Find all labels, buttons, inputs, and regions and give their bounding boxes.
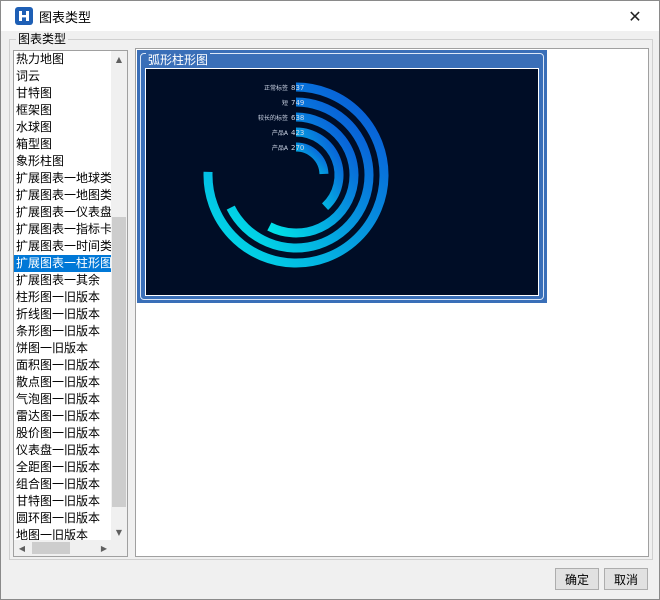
list-item[interactable]: 地图一旧版本: [14, 527, 112, 541]
list-item[interactable]: 折线图一旧版本: [14, 306, 112, 323]
list-horizontal-scrollbar[interactable]: ◀ ▶: [14, 540, 112, 556]
list-item[interactable]: 气泡图一旧版本: [14, 391, 112, 408]
chart-card-radial-bar[interactable]: 正常标签 837 短 749 较长的标签 638 产品A 423 产品A 270 弧形柱形图: [137, 50, 547, 303]
list-item[interactable]: 仪表盘一旧版本: [14, 442, 112, 459]
scroll-down-icon[interactable]: ▼: [111, 524, 127, 541]
title-bar: 图表类型 ✕: [1, 1, 659, 31]
list-item[interactable]: 热力地图: [14, 51, 112, 68]
arc-category-label: 较长的标签: [258, 114, 288, 122]
list-item[interactable]: 甘特图一旧版本: [14, 493, 112, 510]
list-item[interactable]: 扩展图表一地图类: [14, 187, 112, 204]
list-item[interactable]: 面积图一旧版本: [14, 357, 112, 374]
list-item[interactable]: 箱型图: [14, 136, 112, 153]
arc-value-label: 749: [291, 99, 304, 107]
group-label: 图表类型: [16, 32, 69, 46]
ok-button[interactable]: 确定: [555, 568, 599, 590]
chart-card-title: 弧形柱形图: [146, 53, 211, 67]
list-item[interactable]: 水球图: [14, 119, 112, 136]
arc-category-label: 短: [282, 99, 288, 107]
list-item[interactable]: 柱形图一旧版本: [14, 289, 112, 306]
list-item[interactable]: 扩展图表一时间类: [14, 238, 112, 255]
list-item[interactable]: 全距图一旧版本: [14, 459, 112, 476]
arc-value-label: 638: [291, 114, 304, 122]
close-icon: ✕: [628, 6, 642, 26]
arc-bar-1: [226, 97, 374, 253]
scroll-right-icon[interactable]: ▶: [96, 540, 112, 556]
chart-card-frame: 正常标签 837 短 749 较长的标签 638 产品A 423 产品A 270 弧形柱形图: [140, 53, 544, 300]
arc-value-label: 423: [291, 129, 304, 137]
app-logo-icon: [15, 7, 33, 25]
arc-value-label: 837: [291, 84, 304, 92]
list-item[interactable]: 股价图一旧版本: [14, 425, 112, 442]
arc-category-label: 产品A: [272, 129, 289, 137]
scroll-thumb[interactable]: [112, 217, 126, 507]
list-item[interactable]: 条形图一旧版本: [14, 323, 112, 340]
cancel-button[interactable]: 取消: [604, 568, 648, 590]
scroll-corner: [111, 540, 127, 556]
list-item[interactable]: 扩展图表一地球类: [14, 170, 112, 187]
radial-bar-chart: 正常标签 837短 749较长的标签 638产品A 423产品A 270: [203, 82, 389, 268]
arc-value-label: 270: [291, 144, 304, 152]
arc-category-label: 产品A: [272, 144, 289, 152]
scroll-up-icon[interactable]: ▲: [111, 51, 127, 68]
list-item[interactable]: 象形柱图: [14, 153, 112, 170]
list-item[interactable]: 扩展图表一仪表盘: [14, 204, 112, 221]
horizontal-scroll-thumb[interactable]: [32, 542, 70, 554]
list-item[interactable]: 组合图一旧版本: [14, 476, 112, 493]
list-item[interactable]: 扩展图表一指标卡: [14, 221, 112, 238]
chart-preview-panel: 正常标签 837 短 749 较长的标签 638 产品A 423 产品A 270 弧形柱形图: [135, 48, 649, 557]
arc-category-label: 正常标签: [264, 84, 288, 92]
chart-thumbnail: 正常标签 837 短 749 较长的标签 638 产品A 423 产品A 270: [145, 68, 539, 296]
list-item[interactable]: 散点图一旧版本: [14, 374, 112, 391]
list-item[interactable]: 甘特图: [14, 85, 112, 102]
chart-type-list-items: 热力地图 词云 甘特图 框架图 水球图 箱型图 象形柱图 扩展图表一地球类 扩展图表一地图类 扩展…: [14, 51, 112, 541]
chart-type-dialog: 图表类型 ✕ 图表类型 热力地图 词云 甘特图 框架图 水球图 箱型图 象形柱图 扩展图表一地…: [0, 0, 660, 600]
list-item[interactable]: 饼图一旧版本: [14, 340, 112, 357]
list-item[interactable]: 扩展图表一柱形图: [14, 255, 112, 272]
list-vertical-scrollbar[interactable]: ▲ ▼: [111, 51, 127, 541]
list-item[interactable]: 框架图: [14, 102, 112, 119]
scroll-left-icon[interactable]: ◀: [14, 540, 30, 556]
list-item[interactable]: 扩展图表一其余: [14, 272, 112, 289]
dialog-title: 图表类型: [39, 10, 92, 26]
list-item[interactable]: 雷达图一旧版本: [14, 408, 112, 425]
close-button[interactable]: ✕: [615, 3, 655, 29]
list-item[interactable]: 词云: [14, 68, 112, 85]
chart-type-list[interactable]: 热力地图 词云 甘特图 框架图 水球图 箱型图 象形柱图 扩展图表一地球类 扩展图表一地图类 扩展…: [13, 50, 128, 557]
list-item[interactable]: 圆环图一旧版本: [14, 510, 112, 527]
